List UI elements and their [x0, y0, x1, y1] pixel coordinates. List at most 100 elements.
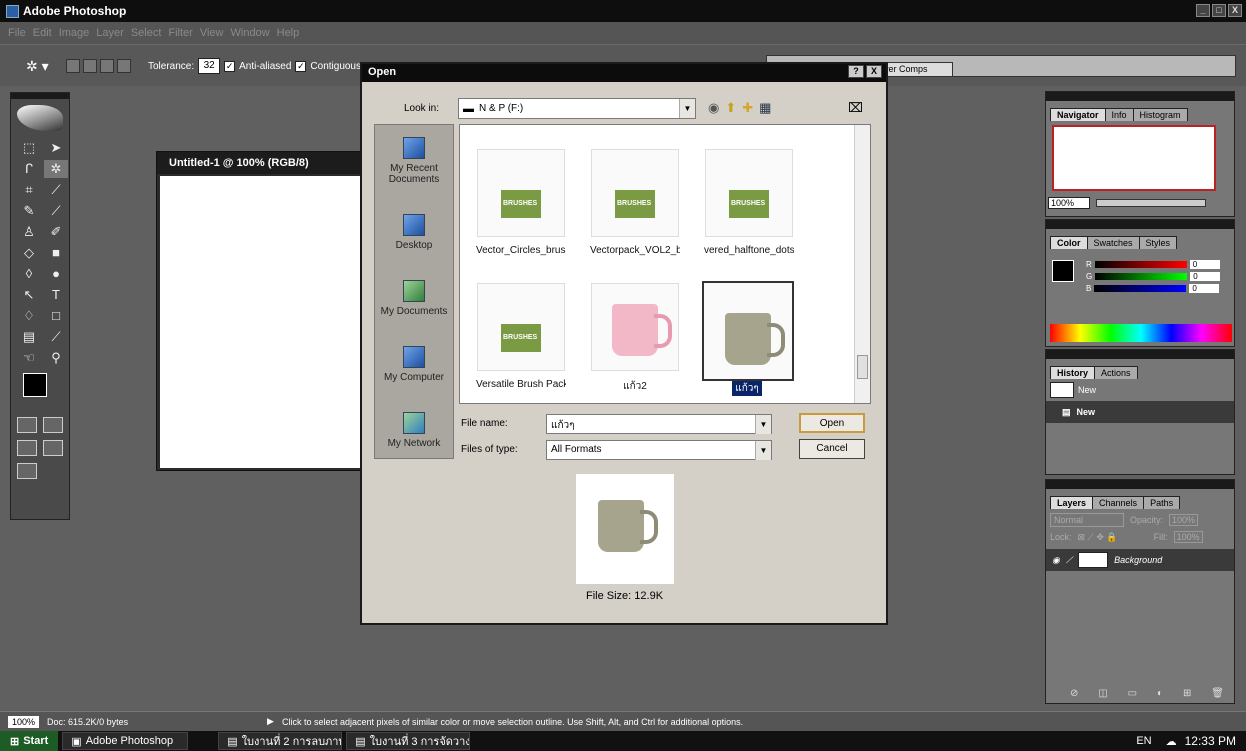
eye-icon[interactable]: ◉	[1052, 555, 1060, 566]
file-name-input[interactable]: แก้วๆ ▼	[546, 414, 772, 434]
document-canvas[interactable]	[160, 176, 372, 468]
jump-to-imageready-icon[interactable]	[17, 463, 37, 479]
file-item[interactable]: Vectorpack_VOL2_br...	[590, 149, 680, 256]
path-selection-icon[interactable]: ↖	[17, 286, 41, 304]
marquee-tool-icon[interactable]: ⬚	[17, 139, 41, 157]
tray-icon[interactable]: ☁	[1166, 735, 1177, 748]
color-spectrum[interactable]	[1050, 324, 1232, 342]
place-my-computer[interactable]: My Computer	[375, 323, 453, 389]
open-button[interactable]: Open	[799, 413, 865, 433]
menu-file[interactable]: File	[8, 27, 26, 39]
zoom-field[interactable]: 100%	[8, 715, 40, 728]
maximize-button[interactable]: □	[1212, 4, 1226, 17]
up-folder-icon[interactable]: ⬆	[725, 100, 736, 116]
history-snapshot[interactable]: New	[1046, 379, 1234, 401]
fill-input[interactable]: 100%	[1173, 531, 1203, 543]
fullscreen-mode-icon[interactable]	[43, 440, 63, 456]
tab-paths[interactable]: Paths	[1143, 496, 1181, 509]
lock-icons[interactable]: ⊠ ⟋ ✥ 🔒	[1078, 532, 1118, 543]
place-my-documents[interactable]: My Documents	[375, 257, 453, 323]
menu-edit[interactable]: Edit	[33, 27, 52, 39]
eraser-tool-icon[interactable]: ◇	[17, 244, 41, 262]
file-item-selected[interactable]: แก้วๆ	[702, 281, 794, 399]
slice-tool-icon[interactable]: ⟋	[44, 181, 68, 199]
intersect-selection-icon[interactable]	[117, 59, 131, 73]
green-input[interactable]: 0	[1190, 272, 1221, 281]
tab-styles[interactable]: Styles	[1138, 236, 1178, 249]
dodge-tool-icon[interactable]: ●	[44, 265, 68, 283]
cancel-button[interactable]: Cancel	[799, 439, 865, 459]
screen-mode-icon[interactable]	[17, 440, 37, 456]
dialog-close-button[interactable]: X	[866, 65, 882, 78]
tab-color[interactable]: Color	[1050, 236, 1088, 249]
color-swatches[interactable]	[23, 373, 63, 413]
file-item[interactable]: Vector_Circles_brush...	[476, 149, 566, 256]
minimize-button[interactable]: _	[1196, 4, 1210, 17]
menu-filter[interactable]: Filter	[168, 27, 192, 39]
file-list[interactable]: Vector_Circles_brush... Vectorpack_VOL2_…	[459, 124, 871, 404]
tab-navigator[interactable]: Navigator	[1050, 108, 1106, 121]
start-button[interactable]: ⊞ Start	[0, 731, 59, 751]
new-folder-icon[interactable]: ✚	[742, 100, 753, 116]
files-of-type-dropdown[interactable]: All Formats ▼	[546, 440, 772, 460]
hand-tool-icon[interactable]: ☜	[17, 349, 41, 367]
move-tool-icon[interactable]: ➤	[44, 139, 68, 157]
eyedropper-icon[interactable]: ⟋	[44, 328, 68, 346]
menu-window[interactable]: Window	[231, 27, 270, 39]
close-button[interactable]: X	[1228, 4, 1242, 17]
clone-stamp-icon[interactable]: ♙	[17, 223, 41, 241]
quickmask-mode-icon[interactable]	[43, 417, 63, 433]
play-icon[interactable]: ▶	[267, 716, 274, 727]
chevron-down-icon[interactable]: ▼	[755, 441, 771, 460]
help-button[interactable]: ?	[848, 65, 864, 78]
file-list-scrollbar[interactable]	[854, 125, 870, 403]
chevron-down-icon[interactable]: ▼	[755, 415, 771, 434]
magic-wand-icon[interactable]: ✲	[44, 160, 68, 178]
blend-mode-dropdown[interactable]: Normal	[1050, 513, 1124, 527]
back-icon[interactable]: ◉	[708, 100, 719, 116]
crop-tool-icon[interactable]: ⌗	[17, 181, 41, 199]
menu-select[interactable]: Select	[131, 27, 162, 39]
chevron-down-icon[interactable]: ▼	[679, 99, 695, 118]
link-icon[interactable]: ⊘	[1070, 688, 1078, 699]
subtract-selection-icon[interactable]	[100, 59, 114, 73]
tab-channels[interactable]: Channels	[1092, 496, 1145, 509]
menu-view[interactable]: View	[200, 27, 224, 39]
document-title[interactable]: Untitled-1 @ 100% (RGB/8)	[157, 152, 375, 174]
menu-layer[interactable]: Layer	[96, 27, 124, 39]
new-layer-icon[interactable]: ⊞	[1183, 688, 1191, 699]
notes-tool-icon[interactable]: ▤	[17, 328, 41, 346]
shape-tool-icon[interactable]: □	[44, 307, 68, 325]
lasso-tool-icon[interactable]: ᒋ	[17, 160, 41, 178]
blur-tool-icon[interactable]: ◊	[17, 265, 41, 283]
language-indicator[interactable]: EN	[1136, 735, 1151, 747]
menu-image[interactable]: Image	[59, 27, 90, 39]
history-brush-icon[interactable]: ✐	[44, 223, 68, 241]
zoom-slider[interactable]	[1096, 199, 1206, 207]
file-browser-icon[interactable]: ⌧	[848, 100, 863, 116]
layer-row[interactable]: ◉ ⟋ Background	[1046, 549, 1234, 571]
add-selection-icon[interactable]	[83, 59, 97, 73]
file-item[interactable]: vered_halftone_dots...	[704, 149, 794, 256]
place-my-network[interactable]: My Network	[375, 389, 453, 455]
magic-wand-tool-icon[interactable]: ✲ ▾	[26, 57, 49, 75]
menu-help[interactable]: Help	[277, 27, 300, 39]
file-item[interactable]: แก้ว2	[590, 283, 680, 394]
green-slider[interactable]	[1095, 273, 1188, 280]
pen-tool-icon[interactable]: ♢	[17, 307, 41, 325]
opacity-input[interactable]: 100%	[1169, 514, 1199, 526]
color-foreground[interactable]	[1052, 260, 1074, 282]
task-document-3[interactable]: ▤ใบงานที่ 3 การจัดวางภา...	[346, 732, 471, 750]
trash-icon[interactable]: 🗑	[1211, 688, 1224, 699]
adjustment-icon[interactable]: ◐	[1157, 688, 1163, 699]
place-recent-documents[interactable]: My Recent Documents	[375, 125, 453, 191]
foreground-color[interactable]	[23, 373, 47, 397]
tab-histogram[interactable]: Histogram	[1132, 108, 1188, 121]
tab-history[interactable]: History	[1050, 366, 1096, 379]
blue-slider[interactable]	[1094, 285, 1187, 292]
standard-mode-icon[interactable]	[17, 417, 37, 433]
task-photoshop[interactable]: ▣ Adobe Photoshop	[62, 732, 189, 750]
tab-actions[interactable]: Actions	[1094, 366, 1138, 379]
layer-style-icon[interactable]: ◫	[1098, 688, 1107, 699]
antialiased-checkbox[interactable]: ✓	[224, 60, 236, 72]
